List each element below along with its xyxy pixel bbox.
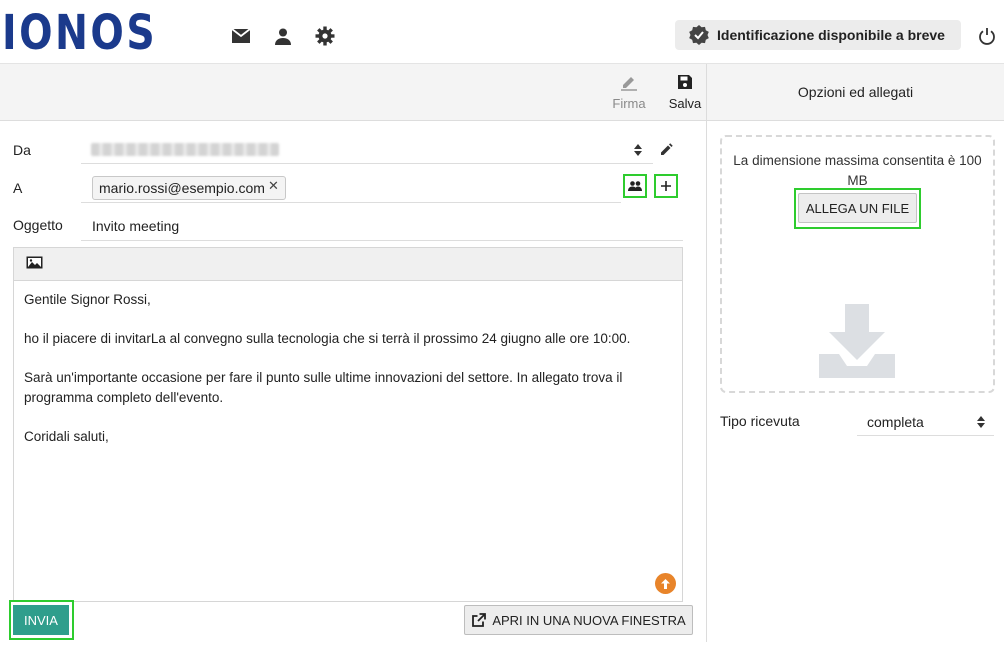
open-new-window-button[interactable]: APRI IN UNA NUOVA FINESTRA bbox=[464, 605, 693, 635]
to-label: A bbox=[13, 180, 23, 196]
user-icon[interactable] bbox=[272, 25, 294, 47]
receipt-type-value: completa bbox=[867, 413, 924, 430]
send-button[interactable]: INVIA bbox=[13, 605, 69, 635]
subject-label: Oggetto bbox=[13, 217, 63, 233]
remove-recipient-icon[interactable]: ✕ bbox=[268, 178, 279, 194]
max-size-text: La dimensione massima consentita è 100 M… bbox=[733, 153, 982, 188]
message-editor[interactable]: Gentile Signor Rossi, ho il piacere di i… bbox=[13, 247, 683, 602]
message-line-1: ho il piacere di invitarLa al convegno s… bbox=[24, 331, 631, 346]
plus-icon bbox=[656, 176, 676, 196]
insert-image-icon[interactable] bbox=[26, 256, 43, 272]
panel-divider bbox=[706, 64, 707, 642]
recipient-email: mario.rossi@esempio.com bbox=[99, 180, 265, 196]
recipient-chip[interactable]: mario.rossi@esempio.com ✕ bbox=[92, 176, 286, 200]
mail-icon[interactable] bbox=[230, 25, 252, 47]
message-body[interactable]: Gentile Signor Rossi, ho il piacere di i… bbox=[14, 281, 682, 455]
edit-sender-icon[interactable] bbox=[656, 139, 676, 159]
power-icon[interactable] bbox=[976, 25, 998, 47]
address-book-button[interactable] bbox=[623, 174, 647, 198]
contacts-icon bbox=[625, 176, 645, 196]
signature-label: Firma bbox=[612, 96, 646, 111]
add-recipient-button[interactable] bbox=[654, 174, 678, 198]
sort-arrows-icon[interactable] bbox=[629, 141, 647, 159]
verified-badge-icon bbox=[689, 25, 709, 45]
download-icon bbox=[817, 302, 897, 385]
message-greeting: Gentile Signor Rossi, bbox=[24, 292, 151, 307]
signature-button[interactable]: Firma bbox=[610, 70, 648, 111]
gear-icon[interactable] bbox=[314, 25, 336, 47]
save-icon bbox=[667, 70, 703, 94]
compose-toolbar: Firma Salva bbox=[0, 64, 706, 121]
save-label: Salva bbox=[668, 96, 702, 111]
message-line-2: Sarà un'importante occasione per fare il… bbox=[24, 370, 623, 405]
subject-input[interactable]: Invito meeting bbox=[92, 218, 179, 234]
message-closing: Coridali saluti, bbox=[24, 428, 109, 444]
identification-badge[interactable]: Identificazione disponibile a breve bbox=[675, 20, 961, 50]
select-arrows-icon bbox=[976, 415, 986, 432]
open-new-window-label: APRI IN UNA NUOVA FINESTRA bbox=[492, 612, 686, 628]
top-bar: IONOS Identificazione disponibile a brev… bbox=[0, 0, 1004, 64]
ionos-logo: IONOS bbox=[2, 5, 158, 61]
subject-underline bbox=[81, 240, 683, 241]
pencil-icon bbox=[610, 70, 648, 94]
save-button[interactable]: Salva bbox=[667, 70, 703, 111]
scroll-up-icon[interactable] bbox=[655, 573, 676, 594]
receipt-type-label: Tipo ricevuta bbox=[720, 413, 800, 429]
receipt-type-select[interactable]: completa bbox=[857, 408, 994, 436]
attach-file-button[interactable]: ALLEGA UN FILE bbox=[798, 193, 917, 223]
to-underline bbox=[81, 202, 621, 203]
from-address-blurred[interactable] bbox=[91, 143, 279, 156]
options-panel-title: Opzioni ed allegati bbox=[707, 64, 1004, 121]
from-label: Da bbox=[13, 142, 31, 158]
editor-toolbar bbox=[14, 248, 682, 281]
external-link-icon bbox=[472, 612, 487, 627]
identification-label: Identificazione disponibile a breve bbox=[717, 27, 945, 43]
from-underline bbox=[81, 163, 653, 164]
